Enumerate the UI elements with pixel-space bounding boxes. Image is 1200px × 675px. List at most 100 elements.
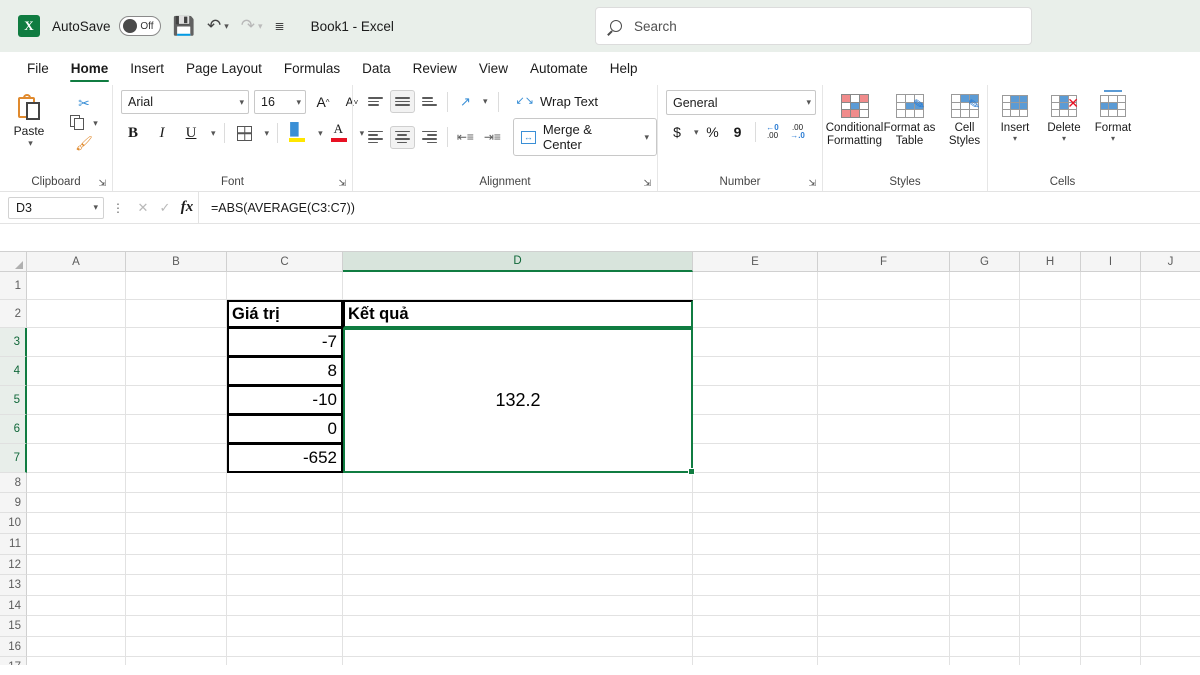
insert-function-icon[interactable]: fx: [176, 199, 198, 216]
cell-G7[interactable]: [950, 444, 1020, 473]
cell-F8[interactable]: [818, 473, 950, 493]
cell-C14[interactable]: [227, 596, 343, 616]
row-header-11[interactable]: 11: [0, 534, 27, 555]
cell-C2[interactable]: Giá trị: [227, 300, 343, 328]
cell-E4[interactable]: [693, 357, 818, 386]
cell-I10[interactable]: [1081, 513, 1141, 534]
borders-button[interactable]: [233, 121, 257, 145]
cell-F9[interactable]: [818, 493, 950, 513]
cell-I6[interactable]: [1081, 415, 1141, 444]
cell-I16[interactable]: [1081, 637, 1141, 657]
cell-B4[interactable]: [126, 357, 227, 386]
cell-F13[interactable]: [818, 575, 950, 596]
paste-button[interactable]: Paste ▾: [0, 90, 58, 149]
tab-home[interactable]: Home: [60, 57, 120, 82]
cell-E9[interactable]: [693, 493, 818, 513]
cell-J4[interactable]: [1141, 357, 1200, 386]
cell-E3[interactable]: [693, 328, 818, 357]
underline-button[interactable]: U: [179, 121, 203, 145]
autosave-toggle[interactable]: Off: [118, 16, 161, 36]
cell-A14[interactable]: [27, 596, 126, 616]
confirm-icon[interactable]: ✓: [154, 200, 176, 216]
italic-button[interactable]: I: [150, 121, 174, 145]
cell-G1[interactable]: [950, 272, 1020, 300]
cell-F3[interactable]: [818, 328, 950, 357]
cell-A11[interactable]: [27, 534, 126, 555]
cell-H8[interactable]: [1020, 473, 1081, 493]
decrease-decimal-button[interactable]: .00 →.0: [787, 121, 809, 143]
cell-B1[interactable]: [126, 272, 227, 300]
cell-I17[interactable]: [1081, 657, 1141, 665]
cell-A15[interactable]: [27, 616, 126, 637]
cell-F5[interactable]: [818, 386, 950, 415]
cell-B3[interactable]: [126, 328, 227, 357]
cell-E2[interactable]: [693, 300, 818, 328]
formula-input[interactable]: =ABS(AVERAGE(C3:C7)): [198, 192, 1200, 223]
cell-G8[interactable]: [950, 473, 1020, 493]
font-color-button[interactable]: A: [328, 121, 352, 145]
cell-E1[interactable]: [693, 272, 818, 300]
cell-G16[interactable]: [950, 637, 1020, 657]
cell-E17[interactable]: [693, 657, 818, 665]
cell-G10[interactable]: [950, 513, 1020, 534]
column-header-B[interactable]: B: [126, 252, 227, 272]
cell-E13[interactable]: [693, 575, 818, 596]
cell-G17[interactable]: [950, 657, 1020, 665]
redo-icon[interactable]: ↷: [241, 16, 255, 36]
cell-C3[interactable]: -7: [227, 328, 343, 357]
row-header-17[interactable]: 17: [0, 657, 27, 665]
cell-A16[interactable]: [27, 637, 126, 657]
cell-H10[interactable]: [1020, 513, 1081, 534]
cell-F15[interactable]: [818, 616, 950, 637]
cut-icon[interactable]: ✂: [78, 93, 90, 113]
increase-decimal-button[interactable]: ←0.00: [762, 121, 784, 143]
cell-F10[interactable]: [818, 513, 950, 534]
cell-E10[interactable]: [693, 513, 818, 534]
cell-E5[interactable]: [693, 386, 818, 415]
comma-format-button[interactable]: 9: [727, 121, 749, 143]
increase-font-size-icon[interactable]: A ^: [311, 90, 335, 114]
align-bottom-button[interactable]: [417, 90, 442, 113]
cell-B11[interactable]: [126, 534, 227, 555]
row-header-2[interactable]: 2: [0, 300, 27, 328]
align-center-button[interactable]: [389, 125, 415, 149]
cell-D10[interactable]: [343, 513, 693, 534]
font-dialog-launcher[interactable]: ⇲: [338, 178, 346, 189]
row-header-6[interactable]: 6: [0, 415, 27, 444]
cell-F16[interactable]: [818, 637, 950, 657]
cell-I13[interactable]: [1081, 575, 1141, 596]
cell-J15[interactable]: [1141, 616, 1200, 637]
cell-G4[interactable]: [950, 357, 1020, 386]
column-header-D[interactable]: D: [343, 252, 693, 272]
format-cells-button[interactable]: Format ▾: [1089, 90, 1137, 143]
clipboard-dialog-launcher[interactable]: ⇲: [98, 178, 106, 189]
cell-G9[interactable]: [950, 493, 1020, 513]
row-header-1[interactable]: 1: [0, 272, 27, 300]
cell-G13[interactable]: [950, 575, 1020, 596]
name-box[interactable]: D3 ▾: [8, 196, 104, 219]
align-top-button[interactable]: [363, 90, 388, 113]
fill-color-dropdown-icon[interactable]: ▾: [318, 128, 323, 139]
row-header-3[interactable]: 3: [0, 328, 27, 357]
cell-H1[interactable]: [1020, 272, 1081, 300]
cell-B15[interactable]: [126, 616, 227, 637]
cell-D8[interactable]: [343, 473, 693, 493]
row-header-7[interactable]: 7: [0, 444, 27, 473]
orientation-button[interactable]: ↗: [453, 90, 478, 113]
font-name-combo[interactable]: Arial ▾: [121, 90, 249, 114]
number-dialog-launcher[interactable]: ⇲: [808, 178, 816, 189]
fill-handle[interactable]: [688, 468, 695, 475]
decrease-indent-button[interactable]: ⇤≡: [453, 126, 478, 149]
tab-formulas[interactable]: Formulas: [273, 57, 351, 80]
cell-F2[interactable]: [818, 300, 950, 328]
column-header-H[interactable]: H: [1020, 252, 1081, 272]
column-header-J[interactable]: J: [1141, 252, 1200, 272]
cell-F17[interactable]: [818, 657, 950, 665]
align-middle-button[interactable]: [390, 90, 415, 113]
tab-insert[interactable]: Insert: [119, 57, 175, 80]
cell-J3[interactable]: [1141, 328, 1200, 357]
tab-automate[interactable]: Automate: [519, 57, 599, 80]
cell-A1[interactable]: [27, 272, 126, 300]
row-header-13[interactable]: 13: [0, 575, 27, 596]
cell-H11[interactable]: [1020, 534, 1081, 555]
